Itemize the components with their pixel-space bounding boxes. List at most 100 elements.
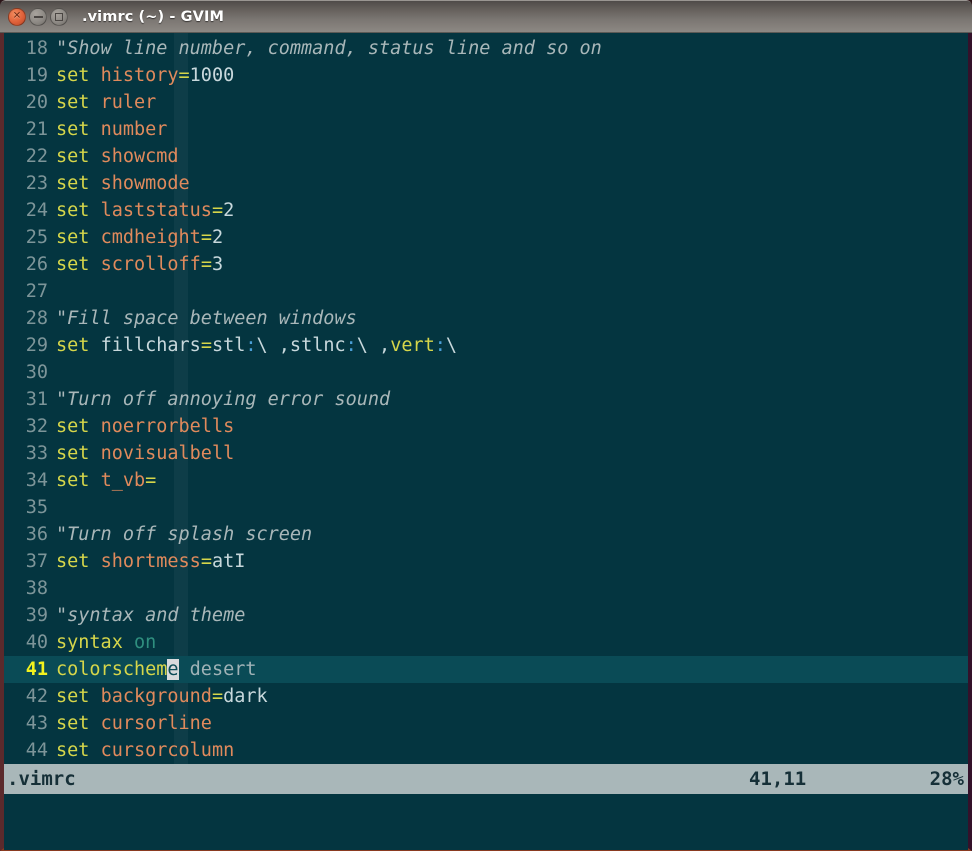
line-code: set ruler: [48, 92, 156, 113]
line-code: "Turn off annoying error sound: [48, 389, 390, 410]
code-token: =: [200, 551, 212, 572]
code-token: vert: [390, 335, 435, 356]
close-icon: ✕: [12, 10, 22, 22]
editor-line[interactable]: 27: [4, 278, 968, 305]
line-number: 19: [25, 65, 48, 86]
line-number: 18: [25, 38, 48, 59]
maximize-window-button[interactable]: [50, 8, 68, 26]
editor-line[interactable]: 23 set showmode: [4, 170, 968, 197]
line-code: set t_vb=: [48, 470, 156, 491]
editor-line[interactable]: 38: [4, 575, 968, 602]
editor-line[interactable]: 22 set showcmd: [4, 143, 968, 170]
editor-line[interactable]: 44 set cursorcolumn: [4, 737, 968, 764]
editor-line[interactable]: 19 set history=1000: [4, 62, 968, 89]
code-token: set: [56, 416, 90, 437]
code-token: on: [133, 632, 157, 653]
editor-line[interactable]: 31 "Turn off annoying error sound: [4, 386, 968, 413]
editor-line[interactable]: 42 set background=dark: [4, 683, 968, 710]
editor-line[interactable]: 37 set shortmess=atI: [4, 548, 968, 575]
code-token: =: [211, 200, 224, 221]
code-token: set: [56, 119, 90, 140]
editor-line[interactable]: 29 set fillchars=stl:\ ,stlnc:\ ,vert:\: [4, 332, 968, 359]
line-number: 22: [25, 146, 48, 167]
code-token: set: [56, 551, 90, 572]
command-line[interactable]: [4, 794, 968, 821]
code-token: atI: [211, 551, 246, 572]
line-number: 41: [25, 659, 48, 680]
line-code: set history=1000: [48, 65, 234, 86]
line-code: set cmdheight=2: [48, 227, 223, 248]
editor-line[interactable]: 43 set cursorline: [4, 710, 968, 737]
line-number: 28: [25, 308, 48, 329]
gvim-window: ✕ .vimrc (~) - GVIM 18 "Show line number,…: [0, 0, 972, 851]
code-token: 3: [211, 254, 224, 275]
line-number: 44: [25, 740, 48, 761]
code-token: history: [100, 65, 179, 86]
code-token: set: [56, 227, 90, 248]
editor-line[interactable]: 30: [4, 359, 968, 386]
line-code: set background=dark: [48, 686, 268, 707]
editor-line[interactable]: 41 colorscheme desert: [4, 656, 968, 683]
code-token: "Turn off splash screen: [56, 524, 313, 545]
window-controls: ✕: [8, 8, 68, 26]
line-number: 38: [25, 578, 48, 599]
command-area[interactable]: [4, 794, 968, 850]
line-code: set number: [48, 119, 167, 140]
code-token: set: [56, 713, 90, 734]
line-number: 25: [25, 227, 48, 248]
code-token: "Turn off annoying error sound: [56, 389, 391, 410]
line-number: 32: [25, 416, 48, 437]
close-window-button[interactable]: ✕: [8, 8, 26, 26]
line-number: 42: [25, 686, 48, 707]
editor-line[interactable]: 24 set laststatus=2: [4, 197, 968, 224]
code-token: cursorline: [100, 713, 212, 734]
code-token: colorschem: [56, 659, 168, 680]
editor-line[interactable]: 35: [4, 494, 968, 521]
line-number: 23: [25, 173, 48, 194]
code-token: showmode: [100, 173, 190, 194]
line-code: "Show line number, command, status line …: [48, 38, 602, 59]
code-token: ruler: [100, 92, 157, 113]
line-code: "Fill space between windows: [48, 308, 357, 329]
line-code: set shortmess=atI: [48, 551, 245, 572]
editor-line[interactable]: 25 set cmdheight=2: [4, 224, 968, 251]
editor-line[interactable]: 26 set scrolloff=3: [4, 251, 968, 278]
editor-line[interactable]: 18 "Show line number, command, status lin…: [4, 35, 968, 62]
code-token: set: [56, 740, 90, 761]
line-code: "Turn off splash screen: [48, 524, 312, 545]
editor-line[interactable]: 33 set novisualbell: [4, 440, 968, 467]
editor-line[interactable]: 21 set number: [4, 116, 968, 143]
editor-line[interactable]: 40 syntax on: [4, 629, 968, 656]
text-buffer[interactable]: 18 "Show line number, command, status lin…: [4, 33, 968, 764]
text-cursor: e: [167, 659, 179, 680]
line-number: 27: [25, 281, 48, 302]
line-number: 43: [25, 713, 48, 734]
line-number: 24: [25, 200, 48, 221]
code-token: t_vb: [100, 470, 146, 491]
editor-line[interactable]: 20 set ruler: [4, 89, 968, 116]
code-token: set: [56, 254, 90, 275]
line-code: syntax on: [48, 632, 156, 653]
editor-line[interactable]: 36 "Turn off splash screen: [4, 521, 968, 548]
editor-line[interactable]: 32 set noerrorbells: [4, 413, 968, 440]
editor-line[interactable]: 34 set t_vb=: [4, 467, 968, 494]
editor-line[interactable]: 28 "Fill space between windows: [4, 305, 968, 332]
code-token: 2: [223, 200, 235, 221]
minimize-window-button[interactable]: [29, 8, 47, 26]
code-token: =: [178, 65, 190, 86]
editor-line[interactable]: 39 "syntax and theme: [4, 602, 968, 629]
window-titlebar[interactable]: ✕ .vimrc (~) - GVIM: [0, 0, 972, 33]
status-ruler: 41,11: [749, 768, 807, 790]
code-token: =: [200, 254, 212, 275]
